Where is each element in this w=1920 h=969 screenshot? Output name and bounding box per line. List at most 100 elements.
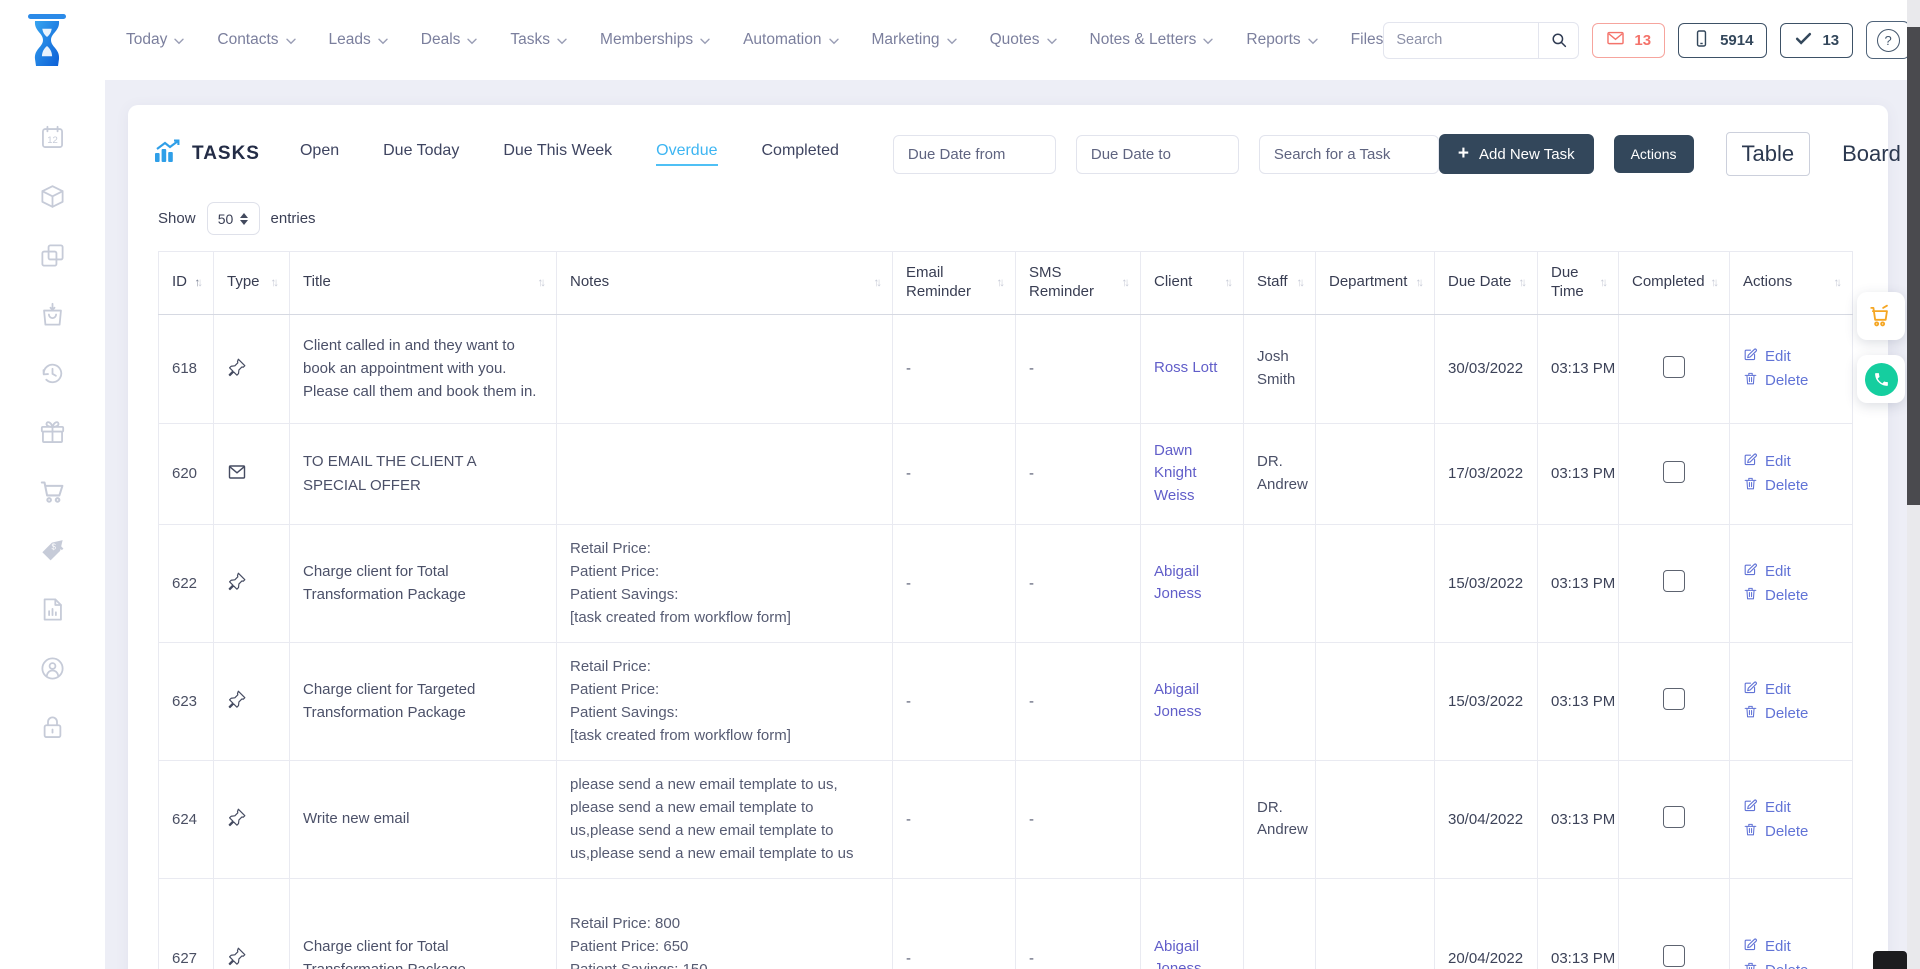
column-header-id[interactable]: ID↑↓ — [159, 252, 214, 315]
client-link[interactable]: Abigail Joness — [1154, 679, 1230, 724]
edit-link[interactable]: Edit — [1743, 937, 1839, 956]
search-input[interactable] — [1384, 32, 1538, 48]
delete-link[interactable]: Delete — [1743, 476, 1839, 495]
client-cell: Abigail Joness — [1141, 642, 1244, 760]
completed-checkbox[interactable] — [1663, 688, 1685, 710]
column-header-title[interactable]: Title↑↓ — [290, 252, 557, 315]
email-reminder-cell: - — [893, 760, 1016, 878]
trash-icon — [1743, 476, 1758, 495]
tab-completed[interactable]: Completed — [762, 142, 839, 166]
sidebar-item-history[interactable] — [33, 362, 73, 390]
column-header-sms-reminder[interactable]: SMS Reminder↑↓ — [1016, 252, 1141, 315]
client-link[interactable]: Dawn Knight Weiss — [1154, 440, 1230, 508]
due-date-from-input[interactable] — [893, 135, 1056, 174]
tab-due-this-week[interactable]: Due This Week — [503, 142, 612, 166]
completed-checkbox[interactable] — [1663, 806, 1685, 828]
completed-checkbox[interactable] — [1663, 461, 1685, 483]
column-header-notes[interactable]: Notes↑↓ — [557, 252, 893, 315]
tab-due-today[interactable]: Due Today — [383, 142, 459, 166]
nav-item-marketing[interactable]: Marketing — [872, 31, 957, 49]
column-header-staff[interactable]: Staff↑↓ — [1244, 252, 1316, 315]
client-link[interactable]: Abigail Joness — [1154, 936, 1230, 969]
sidebar-item-calendar[interactable]: 12 — [33, 126, 73, 154]
price-tag-icon: $ — [39, 537, 66, 569]
sidebar-item-shopping-bag[interactable] — [33, 303, 73, 331]
sidebar-item-cart[interactable] — [33, 480, 73, 508]
tasks-badge[interactable]: 13 — [1780, 23, 1853, 58]
task-title-cell: Charge client for Targeted Transformatio… — [290, 642, 557, 760]
column-header-due-date[interactable]: Due Date↑↓ — [1435, 252, 1538, 315]
table-view-button[interactable]: Table — [1726, 132, 1811, 176]
chevron-down-icon — [378, 38, 388, 45]
delete-link[interactable]: Delete — [1743, 704, 1839, 723]
envelope-icon — [227, 469, 247, 486]
floating-cart-button[interactable] — [1857, 292, 1905, 340]
nav-item-memberships[interactable]: Memberships — [600, 31, 710, 49]
nav-item-deals[interactable]: Deals — [421, 31, 478, 49]
task-title-cell: Charge client for Total Transformation P… — [290, 878, 557, 969]
column-header-client[interactable]: Client↑↓ — [1141, 252, 1244, 315]
task-search-input[interactable] — [1259, 135, 1439, 174]
nav-item-tasks[interactable]: Tasks — [510, 31, 567, 49]
nav-item-contacts[interactable]: Contacts — [217, 31, 295, 49]
nav-item-quotes[interactable]: Quotes — [990, 31, 1057, 49]
delete-link[interactable]: Delete — [1743, 961, 1839, 969]
delete-link[interactable]: Delete — [1743, 822, 1839, 841]
task-notes-cell — [557, 314, 893, 423]
completed-checkbox[interactable] — [1663, 570, 1685, 592]
email-notifications-badge[interactable]: 13 — [1592, 23, 1665, 58]
column-header-actions[interactable]: Actions↑↓ — [1730, 252, 1853, 315]
nav-item-files[interactable]: Files — [1351, 31, 1384, 49]
page-size-select[interactable]: 50 — [207, 202, 260, 235]
edit-link[interactable]: Edit — [1743, 798, 1839, 817]
actions-button[interactable]: Actions — [1614, 135, 1694, 173]
edit-link[interactable]: Edit — [1743, 452, 1839, 471]
nav-item-notes-letters[interactable]: Notes & Letters — [1090, 31, 1214, 49]
sidebar-item-lock[interactable] — [33, 716, 73, 744]
help-button[interactable]: ? — [1866, 21, 1910, 59]
delete-link[interactable]: Delete — [1743, 586, 1839, 605]
edit-link[interactable]: Edit — [1743, 680, 1839, 699]
task-type-cell — [214, 314, 290, 423]
main-nav: Today Contacts Leads Deals Tasks Memberships A… — [126, 31, 1383, 49]
page-scrollbar[interactable] — [1907, 0, 1920, 969]
edit-link[interactable]: Edit — [1743, 347, 1839, 366]
nav-item-reports[interactable]: Reports — [1246, 31, 1317, 49]
tab-overdue[interactable]: Overdue — [656, 142, 717, 166]
search-icon[interactable] — [1538, 23, 1578, 58]
sidebar-item-report[interactable] — [33, 598, 73, 626]
nav-item-leads[interactable]: Leads — [329, 31, 388, 49]
client-cell: Abigail Joness — [1141, 878, 1244, 969]
tasks-card: TASKS OpenDue TodayDue This WeekOverdueC… — [128, 105, 1888, 969]
scrollbar-thumb[interactable] — [1907, 27, 1920, 505]
board-view-button[interactable]: Board — [1836, 140, 1907, 168]
due-date-to-input[interactable] — [1076, 135, 1239, 174]
sidebar-item-package[interactable] — [33, 185, 73, 213]
edit-link[interactable]: Edit — [1743, 562, 1839, 581]
column-header-completed[interactable]: Completed↑↓ — [1619, 252, 1730, 315]
sidebar-item-member[interactable] — [33, 657, 73, 685]
column-header-type[interactable]: Type↑↓ — [214, 252, 290, 315]
sidebar-item-copy[interactable] — [33, 244, 73, 272]
client-link[interactable]: Abigail Joness — [1154, 561, 1230, 606]
floating-phone-button[interactable] — [1857, 355, 1905, 403]
entries-bar: Show 50 entries — [128, 176, 1888, 251]
select-arrows-icon — [240, 213, 248, 225]
client-link[interactable]: Ross Lott — [1154, 357, 1217, 380]
nav-item-automation[interactable]: Automation — [743, 31, 838, 49]
sidebar-item-gift[interactable] — [33, 421, 73, 449]
email-reminder-cell: - — [893, 878, 1016, 969]
column-header-due-time[interactable]: Due Time↑↓ — [1538, 252, 1619, 315]
sms-notifications-badge[interactable]: 5914 — [1678, 23, 1767, 58]
completed-checkbox[interactable] — [1663, 356, 1685, 378]
column-header-email-reminder[interactable]: Email Reminder↑↓ — [893, 252, 1016, 315]
sidebar-item-price-tag[interactable]: $ — [33, 539, 73, 567]
tab-open[interactable]: Open — [300, 142, 339, 166]
nav-item-today[interactable]: Today — [126, 31, 184, 49]
column-header-department[interactable]: Department↑↓ — [1316, 252, 1435, 315]
actions-cell: Edit Delete — [1730, 524, 1853, 642]
add-new-task-button[interactable]: + Add New Task — [1439, 134, 1594, 174]
app-logo-hourglass-icon[interactable] — [24, 11, 70, 69]
completed-checkbox[interactable] — [1663, 945, 1685, 967]
delete-link[interactable]: Delete — [1743, 371, 1839, 390]
